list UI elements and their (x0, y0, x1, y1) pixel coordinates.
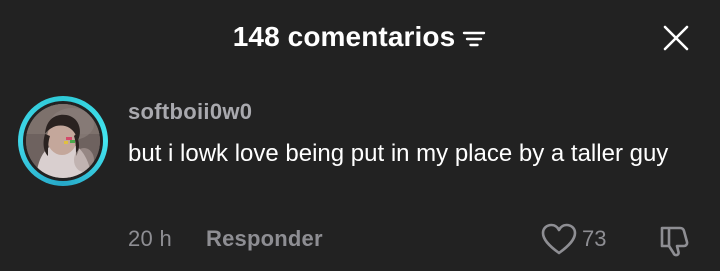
avatar (26, 104, 100, 178)
reply-button[interactable]: Responder (206, 224, 323, 254)
comments-header: 148 comentarios (0, 0, 720, 76)
comment-item: softboii0w0 but i lowk love being put in… (0, 90, 720, 271)
thumbs-down-icon[interactable] (656, 222, 692, 258)
comment-text: but i lowk love being put in my place by… (128, 140, 669, 167)
comment-username[interactable]: softboii0w0 (128, 98, 252, 126)
heart-outline-icon[interactable] (540, 222, 578, 256)
avatar-photo (26, 104, 100, 178)
close-icon[interactable] (660, 22, 692, 54)
avatar-ring-gap (23, 101, 103, 181)
like-count: 73 (582, 226, 607, 251)
filter-icon[interactable] (461, 26, 487, 52)
header-title-group: 148 comentarios (0, 19, 720, 55)
avatar-story-ring[interactable] (18, 96, 108, 186)
comment-timestamp: 20 h (128, 226, 173, 251)
comments-count-title: 148 comentarios (232, 21, 456, 52)
comment-meta: 20 h Responder (128, 224, 323, 254)
like-button[interactable]: 73 (540, 222, 606, 256)
